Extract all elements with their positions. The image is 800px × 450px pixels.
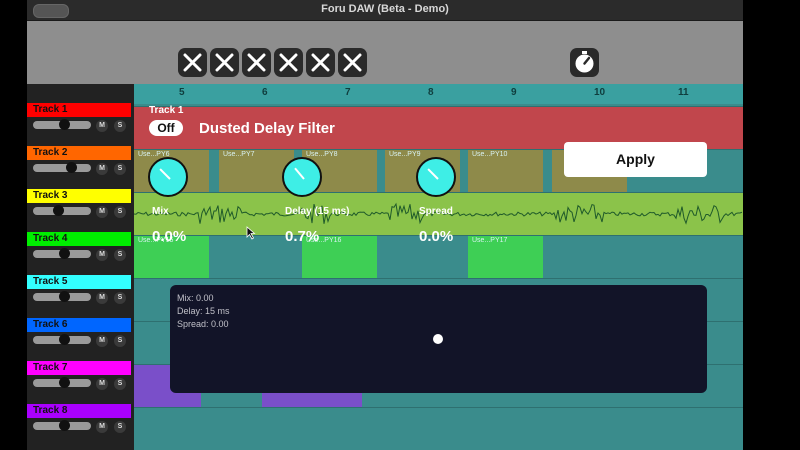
close-icon bbox=[279, 53, 298, 72]
track-name[interactable]: Track 8 bbox=[27, 404, 131, 418]
mix-label: Mix bbox=[152, 206, 169, 217]
close-icon bbox=[215, 53, 234, 72]
spread-knob[interactable] bbox=[416, 157, 456, 197]
close-icon bbox=[311, 53, 330, 72]
xy-pad-handle[interactable] bbox=[433, 334, 443, 344]
ruler-mark: 10 bbox=[594, 87, 606, 98]
ruler-mark: 5 bbox=[179, 87, 185, 98]
clip[interactable]: Use...PY17 bbox=[468, 236, 543, 278]
spread-readout: Spread: 0.00 bbox=[177, 319, 229, 329]
mouse-cursor-icon bbox=[246, 226, 256, 240]
track-name[interactable]: Track 2 bbox=[27, 146, 131, 160]
track-name[interactable]: Track 7 bbox=[27, 361, 131, 375]
delay-knob[interactable] bbox=[282, 157, 322, 197]
daw-window: Foru DAW (Beta - Demo) 5 6 7 8 9 10 11 U… bbox=[27, 0, 743, 450]
close-button-2[interactable] bbox=[210, 48, 239, 77]
track-row: Track 2 M S bbox=[27, 127, 134, 175]
spread-value: 0.0% bbox=[419, 228, 454, 245]
close-icon bbox=[183, 53, 202, 72]
knob-needle bbox=[427, 168, 439, 180]
track-row: Track 8 M S bbox=[27, 385, 134, 433]
mix-readout: Mix: 0.00 bbox=[177, 293, 214, 303]
track-row: Track 6 M S bbox=[27, 299, 134, 347]
ruler-mark: 9 bbox=[511, 87, 517, 98]
clip-label: Use...PY10 bbox=[472, 151, 508, 158]
effect-title: Dusted Delay Filter bbox=[199, 120, 335, 137]
close-button-6[interactable] bbox=[338, 48, 367, 77]
clip-label: Use...PY17 bbox=[472, 237, 508, 244]
mute-button[interactable]: M bbox=[96, 421, 108, 433]
mix-value: 0.0% bbox=[152, 228, 187, 245]
title-bar: Foru DAW (Beta - Demo) bbox=[27, 0, 743, 21]
timer-icon bbox=[575, 51, 594, 73]
ruler-mark: 6 bbox=[262, 87, 268, 98]
track-name[interactable]: Track 3 bbox=[27, 189, 131, 203]
ruler-mark: 11 bbox=[678, 87, 689, 98]
knob-needle bbox=[294, 167, 305, 180]
close-button-3[interactable] bbox=[242, 48, 271, 77]
ruler-mark: 7 bbox=[345, 87, 351, 98]
clip-label: Use...PY8 bbox=[306, 151, 338, 158]
effect-toggle[interactable]: Off bbox=[149, 120, 183, 136]
ruler-mark: 8 bbox=[428, 87, 434, 98]
window-title: Foru DAW (Beta - Demo) bbox=[321, 3, 449, 15]
track-name[interactable]: Track 4 bbox=[27, 232, 131, 246]
timeline-ruler[interactable]: 5 6 7 8 9 10 11 bbox=[134, 84, 743, 104]
knob-needle bbox=[159, 168, 171, 180]
clip-label: Use...PY7 bbox=[223, 151, 255, 158]
delay-value: 0.7% bbox=[285, 228, 320, 245]
volume-slider[interactable] bbox=[33, 420, 91, 431]
delay-label: Delay (15 ms) bbox=[285, 206, 350, 217]
track-name[interactable]: Track 5 bbox=[27, 275, 131, 289]
track-name[interactable]: Track 1 bbox=[27, 103, 131, 117]
slider-knob[interactable] bbox=[59, 420, 70, 431]
close-icon bbox=[343, 53, 362, 72]
timer-button[interactable] bbox=[570, 48, 599, 77]
screen: Foru DAW (Beta - Demo) 5 6 7 8 9 10 11 U… bbox=[0, 0, 800, 450]
close-button-4[interactable] bbox=[274, 48, 303, 77]
close-button-1[interactable] bbox=[178, 48, 207, 77]
track-row: Track 5 M S bbox=[27, 256, 134, 304]
apply-button[interactable]: Apply bbox=[564, 142, 707, 177]
solo-button[interactable]: S bbox=[114, 421, 126, 433]
spread-label: Spread bbox=[419, 206, 453, 217]
track-row: Track 4 M S bbox=[27, 213, 134, 261]
delay-readout: Delay: 15 ms bbox=[177, 306, 230, 316]
track-row: Track 3 M S bbox=[27, 170, 134, 218]
lane-track-8[interactable] bbox=[134, 407, 743, 450]
xy-pad[interactable]: Mix: 0.00 Delay: 15 ms Spread: 0.00 bbox=[170, 285, 707, 393]
track-name[interactable]: Track 6 bbox=[27, 318, 131, 332]
clip-label: Use...PY9 bbox=[389, 151, 421, 158]
clip[interactable]: Use...PY10 bbox=[468, 150, 543, 192]
track-row: Track 1 M S bbox=[27, 84, 134, 132]
mix-knob[interactable] bbox=[148, 157, 188, 197]
close-icon bbox=[247, 53, 266, 72]
effect-track-label: Track 1 bbox=[149, 105, 184, 116]
close-button-5[interactable] bbox=[306, 48, 335, 77]
track-panel: Track 1 M S Track 2 M S Track 3 M S Trac… bbox=[27, 84, 134, 450]
toolbar bbox=[27, 21, 743, 84]
track-row: Track 7 M S bbox=[27, 342, 134, 390]
